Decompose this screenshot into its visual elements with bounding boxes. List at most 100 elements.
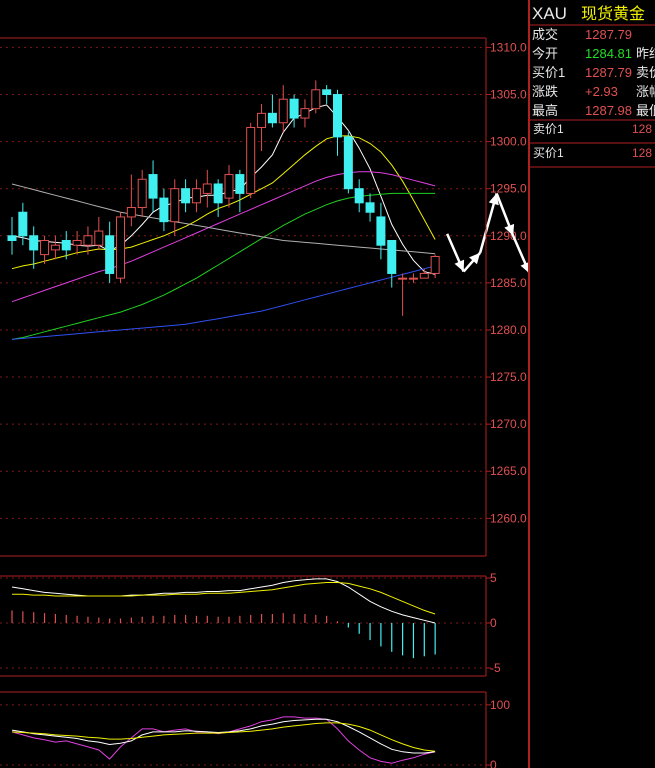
candle[interactable]: [213, 179, 223, 217]
panel-frames: [0, 37, 487, 768]
quote-label: 成交: [532, 27, 558, 42]
candle[interactable]: [257, 103, 267, 152]
projection-arrow: [462, 251, 482, 273]
candle[interactable]: [376, 202, 386, 260]
candle[interactable]: [202, 169, 212, 208]
candle[interactable]: [343, 132, 353, 194]
candle[interactable]: [430, 254, 440, 279]
candle[interactable]: [322, 85, 332, 104]
candle-body: [213, 183, 223, 204]
candle[interactable]: [148, 160, 158, 213]
quote-value: 1287.79: [585, 65, 632, 80]
candle-body: [50, 244, 60, 251]
candle[interactable]: [170, 179, 180, 236]
y-tick-label: 1275.0: [490, 370, 527, 384]
candle-body: [257, 112, 267, 128]
quote-label: 买价1: [532, 65, 565, 80]
candle[interactable]: [311, 80, 321, 114]
candle-body: [202, 183, 212, 194]
candle[interactable]: [224, 165, 234, 208]
macd-line-0: [11, 578, 436, 624]
main-y-axis: 1310.01305.01300.01295.01290.01285.01280…: [486, 40, 527, 525]
candle[interactable]: [300, 99, 310, 128]
candle[interactable]: [105, 221, 115, 283]
candle[interactable]: [354, 179, 364, 213]
quote-label: 最高: [532, 103, 558, 118]
candle-body: [170, 188, 180, 223]
candle[interactable]: [235, 169, 245, 213]
candle-body: [430, 256, 440, 274]
candle-body: [18, 211, 28, 237]
quote-right-label: 最低: [636, 103, 655, 118]
candle[interactable]: [29, 226, 39, 269]
candle-body: [94, 230, 104, 246]
candle-body: [235, 174, 245, 194]
kdj-tick-label: 0: [490, 758, 497, 768]
candle[interactable]: [40, 235, 50, 265]
sell-label: 卖价1: [533, 122, 564, 136]
quote-right-label: 卖价: [636, 65, 655, 80]
candle-body: [322, 89, 332, 96]
candle-body: [387, 239, 397, 274]
candle-body: [267, 112, 277, 124]
candle-body: [289, 98, 299, 119]
candle-body: [7, 235, 17, 241]
candle[interactable]: [50, 235, 60, 260]
candle[interactable]: [94, 216, 104, 250]
quote-row: 最高 1287.98 最低: [532, 103, 655, 118]
candle-body: [137, 178, 147, 209]
y-tick-label: 1270.0: [490, 417, 527, 431]
candle-body: [376, 216, 386, 246]
symbol-name: 现货黄金: [581, 5, 645, 23]
ma-line-0: [11, 104, 436, 275]
candle[interactable]: [137, 169, 147, 217]
candle-body: [72, 239, 82, 246]
candle-body: [159, 197, 169, 223]
candle-body: [40, 239, 50, 256]
candle-body: [333, 94, 342, 138]
candle-body: [224, 174, 234, 199]
candle-body: [300, 108, 310, 119]
macd-tick-label: 0: [490, 616, 497, 630]
candle[interactable]: [419, 268, 429, 279]
candle[interactable]: [72, 231, 82, 255]
candle-body: [343, 136, 353, 190]
kdj-line-2: [11, 722, 436, 752]
quote-panel: XAU 现货黄金 成交 1287.79 今开 1284.81 昨结买价1 1287.79 卖…: [528, 0, 655, 768]
candle[interactable]: [181, 179, 191, 213]
y-tick-label: 1265.0: [490, 464, 527, 478]
candle[interactable]: [7, 216, 17, 255]
kdj-tick-label: 100: [490, 698, 510, 712]
candle[interactable]: [365, 193, 375, 222]
quote-right-label: 昨结: [636, 46, 655, 61]
candle[interactable]: [267, 94, 277, 128]
y-tick-label: 1280.0: [490, 323, 527, 337]
kdj-line-0: [11, 716, 436, 764]
sell-value: 128: [632, 122, 652, 136]
candle-body: [191, 188, 201, 204]
candle[interactable]: [246, 122, 256, 199]
quote-row: 涨跌 +2.93 涨幅: [532, 84, 655, 99]
quote-row: 今开 1284.81 昨结: [532, 46, 655, 61]
candle[interactable]: [116, 212, 125, 283]
candle[interactable]: [278, 85, 288, 133]
projection-arrow: [478, 193, 499, 254]
candle-body: [408, 277, 418, 280]
candle[interactable]: [126, 174, 136, 227]
macd-tick-label: -5: [490, 661, 501, 675]
candle[interactable]: [333, 89, 342, 156]
quote-row: 买价1 1287.79 卖价: [532, 65, 655, 80]
kdj-panel: 100 0: [0, 698, 510, 768]
candle[interactable]: [191, 179, 201, 213]
candle[interactable]: [159, 188, 169, 232]
macd-tick-label: 5: [490, 571, 497, 585]
symbol-code: XAU: [532, 4, 567, 23]
candle[interactable]: [398, 273, 408, 316]
candle[interactable]: [408, 273, 418, 283]
y-tick-label: 1305.0: [490, 88, 527, 102]
y-tick-label: 1310.0: [490, 40, 527, 54]
quote-value: +2.93: [585, 84, 618, 99]
candle[interactable]: [387, 239, 397, 288]
ma-line-1: [11, 135, 436, 270]
candle-body: [354, 188, 364, 204]
